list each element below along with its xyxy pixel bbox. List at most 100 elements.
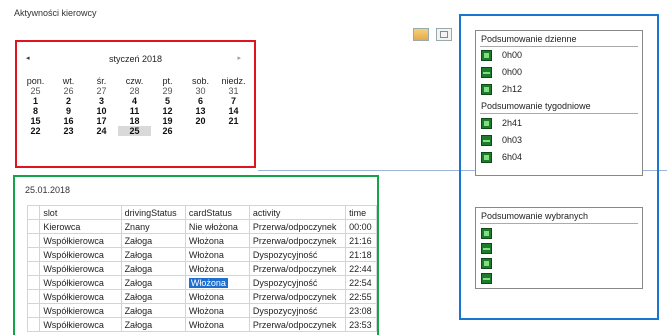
table-cell[interactable]: Załoga <box>120 303 186 318</box>
table-cell[interactable]: 21:18 <box>345 247 377 262</box>
table-row[interactable]: Współkierowca Załoga Włożona Dyspozycyjność… <box>26 303 377 318</box>
selected-summary-title: Podsumowanie wybranych <box>481 211 589 221</box>
calendar-day[interactable]: 10 <box>85 106 118 116</box>
table-cell[interactable]: Współkierowca <box>39 233 122 248</box>
table-cell[interactable]: Współkierowca <box>39 289 122 304</box>
table-cell[interactable]: Załoga <box>120 275 186 290</box>
calendar-day[interactable]: 1 <box>19 96 52 106</box>
table-cell[interactable]: Współkierowca <box>39 303 122 318</box>
table-row[interactable]: Współkierowca Załoga Włożona Przerwa/odpocz… <box>26 317 377 332</box>
calendar-day[interactable]: 27 <box>85 86 118 96</box>
row-selector[interactable] <box>26 261 41 276</box>
table-cell[interactable]: Włożona <box>184 233 250 248</box>
calendar-day-selected[interactable]: 25 <box>118 126 151 136</box>
calendar-day[interactable]: 18 <box>118 116 151 126</box>
calendar-day[interactable]: 28 <box>118 86 151 96</box>
calendar-day[interactable]: 21 <box>217 116 250 126</box>
table-cell[interactable]: Włożona <box>184 317 250 332</box>
table-row[interactable]: Współkierowca Załoga Włożona Przerwa/odpocz… <box>26 233 377 248</box>
table-cell[interactable]: 00:00 <box>345 219 377 234</box>
row-selector[interactable] <box>26 247 41 262</box>
table-cell[interactable]: Włożona <box>184 261 250 276</box>
prev-month-button[interactable]: ◂ <box>26 54 30 62</box>
table-row[interactable]: Współkierowca Załoga Włożona Przerwa/odpocz… <box>26 289 377 304</box>
calendar-day[interactable]: 14 <box>217 106 250 116</box>
table-cell[interactable]: Dyspozycyjność <box>248 303 347 318</box>
table-cell[interactable]: Załoga <box>120 233 186 248</box>
calendar-view-icon[interactable] <box>413 28 429 41</box>
table-row[interactable]: Współkierowca Załoga Włożona Dyspozycyjność… <box>26 275 377 290</box>
column-header-slot[interactable]: slot <box>39 205 122 220</box>
column-header-time[interactable]: time <box>345 205 377 220</box>
table-cell[interactable]: Kierowca <box>39 219 122 234</box>
table-cell[interactable]: Włożona <box>184 303 250 318</box>
table-cell[interactable]: Włożona <box>184 275 250 290</box>
calendar-day[interactable]: 12 <box>151 106 184 116</box>
calendar-day[interactable]: 7 <box>217 96 250 106</box>
calendar-day[interactable]: 8 <box>19 106 52 116</box>
table-cell[interactable]: 21:16 <box>345 233 377 248</box>
table-cell[interactable]: Przerwa/odpoczynek <box>248 233 347 248</box>
row-selector[interactable] <box>26 219 41 234</box>
calendar-day[interactable]: 2 <box>52 96 85 106</box>
table-cell[interactable]: Współkierowca <box>39 247 122 262</box>
table-cell[interactable]: Znany <box>120 219 186 234</box>
table-cell[interactable]: Przerwa/odpoczynek <box>248 317 347 332</box>
list-view-icon[interactable] <box>436 28 452 41</box>
calendar-day[interactable]: 11 <box>118 106 151 116</box>
calendar-day[interactable]: 30 <box>184 86 217 96</box>
row-selector[interactable] <box>26 317 41 332</box>
calendar-day[interactable]: 16 <box>52 116 85 126</box>
calendar-day[interactable]: 26 <box>151 126 184 136</box>
table-cell[interactable]: Nie włożona <box>184 219 250 234</box>
calendar-day[interactable]: 31 <box>217 86 250 96</box>
table-cell[interactable]: Załoga <box>120 317 186 332</box>
table-cell[interactable]: Włożona <box>184 247 250 262</box>
table-cell[interactable]: Dyspozycyjność <box>248 247 347 262</box>
calendar-day <box>217 126 250 136</box>
table-cell[interactable]: Załoga <box>120 289 186 304</box>
table-cell[interactable]: Współkierowca <box>39 261 122 276</box>
table-cell[interactable]: 22:54 <box>345 275 377 290</box>
next-month-button[interactable]: ▸ <box>237 54 241 62</box>
table-cell[interactable]: Współkierowca <box>39 275 122 290</box>
calendar-day[interactable]: 23 <box>52 126 85 136</box>
row-selector[interactable] <box>26 275 41 290</box>
table-cell[interactable]: 22:55 <box>345 289 377 304</box>
table-cell[interactable]: Przerwa/odpoczynek <box>248 219 347 234</box>
calendar-day[interactable]: 29 <box>151 86 184 96</box>
calendar-day[interactable]: 9 <box>52 106 85 116</box>
table-cell[interactable]: 23:08 <box>345 303 377 318</box>
calendar-day[interactable]: 15 <box>19 116 52 126</box>
column-header-cardstatus[interactable]: cardStatus <box>184 205 250 220</box>
table-row[interactable]: Współkierowca Załoga Włożona Przerwa/odpocz… <box>26 261 377 276</box>
table-row[interactable]: Współkierowca Załoga Włożona Dyspozycyjność… <box>26 247 377 262</box>
table-cell[interactable]: Załoga <box>120 261 186 276</box>
table-cell[interactable]: Przerwa/odpoczynek <box>248 289 347 304</box>
table-cell[interactable]: 23:53 <box>345 317 377 332</box>
calendar-day[interactable]: 4 <box>118 96 151 106</box>
table-cell[interactable]: 22:44 <box>345 261 377 276</box>
calendar-day[interactable]: 13 <box>184 106 217 116</box>
table-row[interactable]: Kierowca Znany Nie włożona Przerwa/odpoczyn… <box>26 219 377 234</box>
calendar-day[interactable]: 3 <box>85 96 118 106</box>
table-cell[interactable]: Współkierowca <box>39 317 122 332</box>
table-cell[interactable]: Załoga <box>120 247 186 262</box>
calendar-day[interactable]: 19 <box>151 116 184 126</box>
table-cell[interactable]: Przerwa/odpoczynek <box>248 261 347 276</box>
calendar-day[interactable]: 6 <box>184 96 217 106</box>
table-cell[interactable]: Dyspozycyjność <box>248 275 347 290</box>
row-selector[interactable] <box>26 233 41 248</box>
calendar-day[interactable]: 26 <box>52 86 85 96</box>
column-header-drivingstatus[interactable]: drivingStatus <box>120 205 186 220</box>
calendar-day[interactable]: 20 <box>184 116 217 126</box>
calendar-day[interactable]: 24 <box>85 126 118 136</box>
column-header-activity[interactable]: activity <box>248 205 347 220</box>
row-selector[interactable] <box>26 289 41 304</box>
calendar-day[interactable]: 17 <box>85 116 118 126</box>
calendar-day[interactable]: 25 <box>19 86 52 96</box>
calendar-day[interactable]: 5 <box>151 96 184 106</box>
row-selector[interactable] <box>26 303 41 318</box>
calendar-day[interactable]: 22 <box>19 126 52 136</box>
table-cell[interactable]: Włożona <box>184 289 250 304</box>
